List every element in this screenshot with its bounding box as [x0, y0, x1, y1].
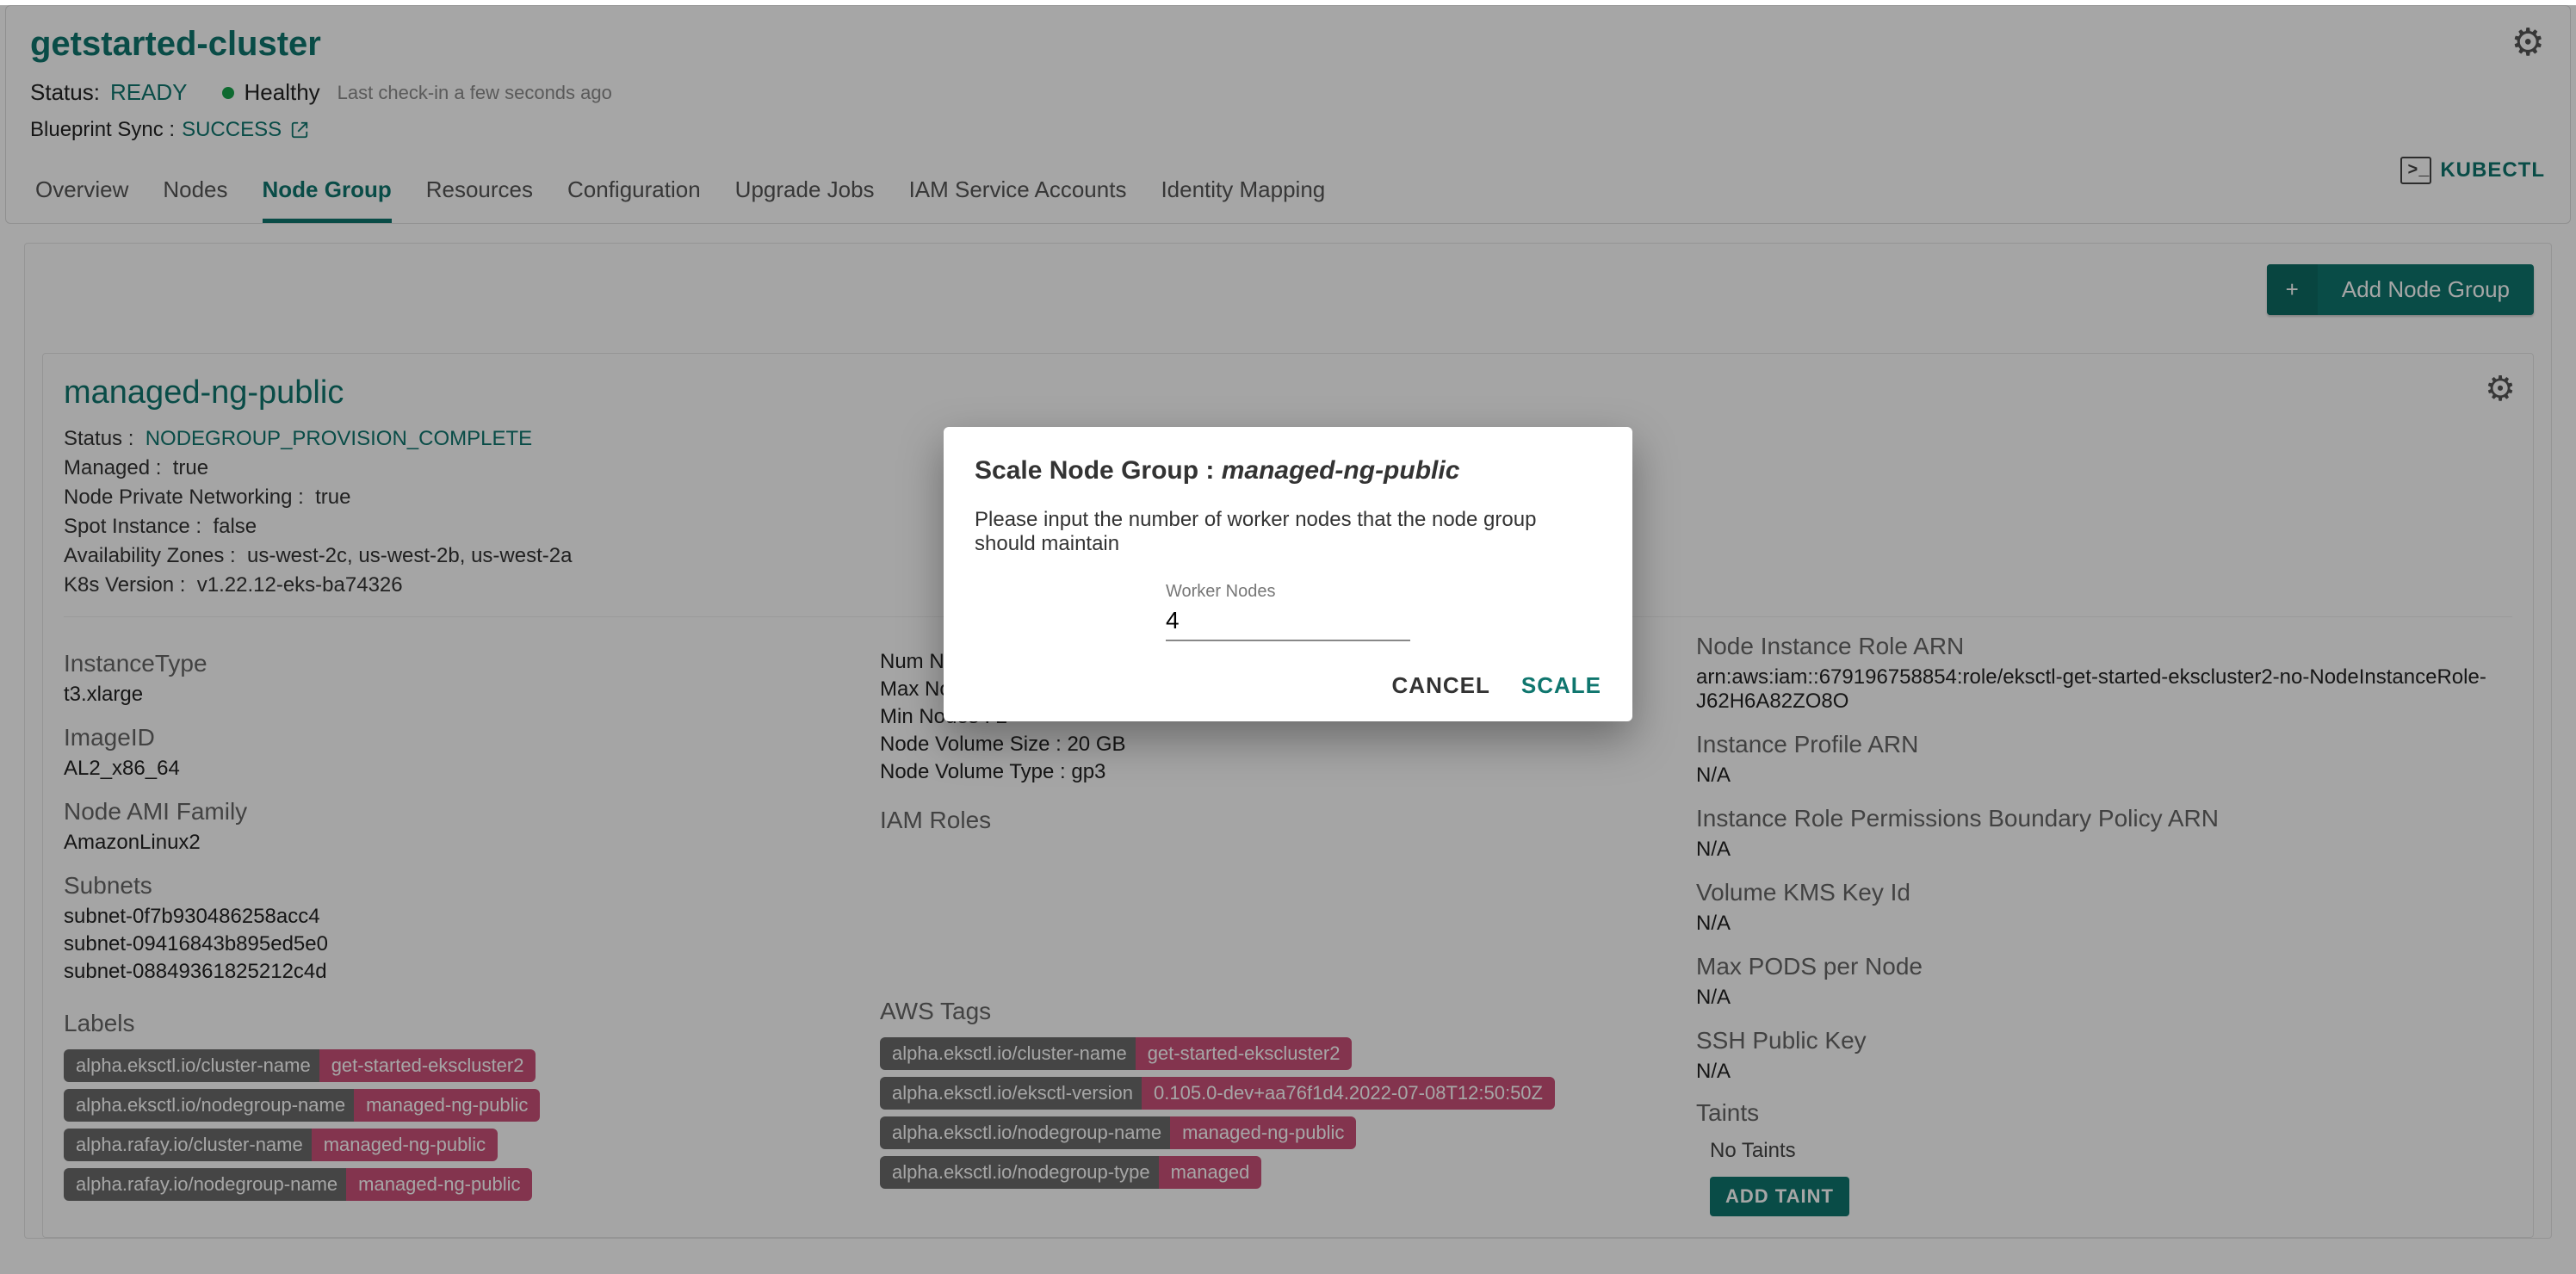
cancel-button[interactable]: CANCEL [1392, 672, 1490, 699]
modal-title-prefix: Scale Node Group : [975, 456, 1222, 485]
modal-title-nodegroup-name: managed-ng-public [1222, 456, 1460, 485]
modal-title: Scale Node Group : managed-ng-public [975, 456, 1601, 485]
worker-nodes-input[interactable] [1166, 603, 1410, 641]
scale-node-group-modal: Scale Node Group : managed-ng-public Ple… [944, 427, 1632, 721]
worker-nodes-label: Worker Nodes [1166, 582, 1410, 602]
modal-description: Please input the number of worker nodes … [975, 508, 1601, 556]
scale-button[interactable]: SCALE [1521, 672, 1601, 699]
